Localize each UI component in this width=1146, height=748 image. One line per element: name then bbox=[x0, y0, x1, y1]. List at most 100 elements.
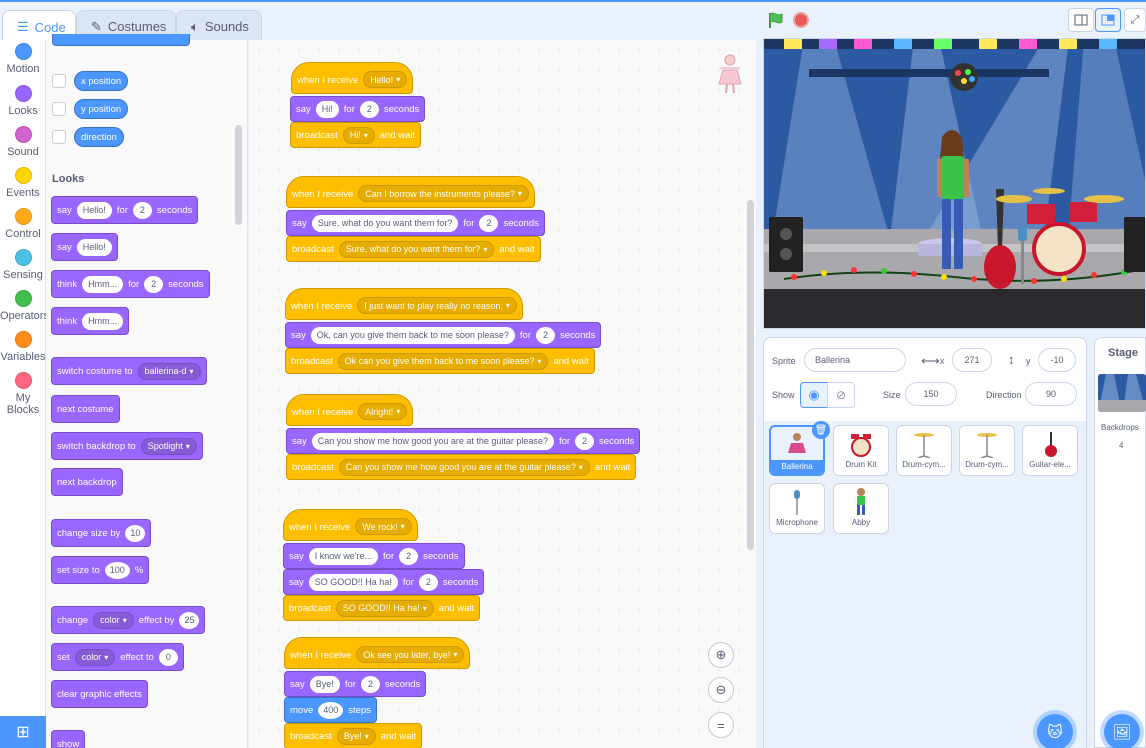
message-dropdown[interactable]: Ok see you later, bye! bbox=[356, 646, 465, 663]
sprite-tile-drum-cymbal-2[interactable]: Drum-cym... bbox=[959, 425, 1015, 476]
category-looks[interactable]: Looks bbox=[0, 85, 46, 117]
think-block[interactable]: think Hmm... bbox=[51, 307, 130, 335]
broadcast-and-wait-block[interactable]: broadcast Sure, what do you want them fo… bbox=[286, 236, 541, 262]
direction-field[interactable]: 90 bbox=[1025, 382, 1077, 406]
zoom-out-button[interactable]: ⊖ bbox=[708, 677, 734, 703]
delete-sprite-button[interactable]: 🗑︎ bbox=[812, 421, 830, 439]
number-input[interactable]: 2 bbox=[144, 275, 164, 293]
number-input[interactable]: 2 bbox=[360, 675, 380, 693]
when-receive-hat[interactable]: when I receive We rock! bbox=[283, 509, 418, 541]
text-input[interactable]: Hello! bbox=[76, 238, 112, 256]
text-input[interactable]: Ok, can you give them back to me soon pl… bbox=[310, 326, 515, 344]
move-steps-block[interactable]: move 400 steps bbox=[284, 697, 377, 723]
number-input[interactable]: 400 bbox=[318, 701, 344, 719]
text-input[interactable]: Bye! bbox=[309, 675, 340, 693]
message-dropdown[interactable]: I just want to play really no reason. bbox=[357, 297, 517, 314]
when-receive-hat[interactable]: when I receive Ok see you later, bye! bbox=[284, 637, 471, 669]
zoom-in-button[interactable]: ⊕ bbox=[708, 642, 734, 668]
broadcast-and-wait-block[interactable]: broadcast Can you show me how good you a… bbox=[286, 454, 637, 480]
message-dropdown[interactable]: Hi! bbox=[342, 126, 375, 144]
number-input[interactable]: 2 bbox=[575, 432, 595, 450]
switch-costume-block[interactable]: switch costume to ballerina-d bbox=[51, 357, 207, 385]
y-field[interactable]: -10 bbox=[1038, 348, 1076, 372]
next-costume-block[interactable]: next costume bbox=[51, 395, 120, 423]
sprite-tile-drum-kit[interactable]: Drum Kit bbox=[833, 425, 889, 476]
sprite-name-field[interactable]: Ballerina bbox=[804, 348, 906, 372]
checkbox-direction[interactable] bbox=[52, 130, 66, 144]
set-size-block[interactable]: set size to 100 % bbox=[51, 556, 150, 584]
x-field[interactable]: 271 bbox=[952, 348, 992, 372]
backdrop-dropdown[interactable]: Spotlight bbox=[140, 437, 197, 455]
broadcast-and-wait-block[interactable]: broadcast Hi! and wait bbox=[290, 122, 422, 148]
broadcast-and-wait-block[interactable]: broadcast SO GOOD!! Ha ha! and wait bbox=[283, 595, 481, 621]
sprite-tile-guitar[interactable]: Guitar-ele... bbox=[1022, 425, 1078, 476]
category-my-blocks[interactable]: My Blocks bbox=[0, 372, 46, 416]
number-input[interactable]: 0 bbox=[158, 648, 178, 666]
show-hidden-button[interactable]: ⊘ bbox=[827, 382, 855, 408]
number-input[interactable]: 25 bbox=[179, 611, 200, 629]
number-input[interactable]: 2 bbox=[418, 573, 438, 591]
change-size-block[interactable]: change size by 10 bbox=[51, 519, 152, 547]
say-for-block[interactable]: say I know we're... for 2 seconds bbox=[283, 543, 465, 569]
category-motion[interactable]: Motion bbox=[0, 43, 46, 75]
number-input[interactable]: 100 bbox=[104, 561, 130, 579]
category-events[interactable]: Events bbox=[0, 167, 46, 199]
when-receive-hat[interactable]: when I receive I just want to play reall… bbox=[285, 288, 523, 320]
think-for-block[interactable]: think Hmm... for 2 seconds bbox=[51, 270, 210, 298]
when-receive-hat[interactable]: when I receive Alright! bbox=[286, 394, 414, 426]
change-effect-block[interactable]: change color effect by 25 bbox=[51, 606, 206, 634]
y-position-reporter[interactable]: y position bbox=[74, 99, 129, 119]
small-stage-button[interactable] bbox=[1068, 8, 1094, 32]
message-dropdown[interactable]: SO GOOD!! Ha ha! bbox=[335, 599, 434, 617]
message-dropdown[interactable]: Alright! bbox=[358, 403, 408, 420]
broadcast-and-wait-block[interactable]: broadcast Bye! and wait bbox=[284, 723, 423, 748]
say-for-block[interactable]: say Bye! for 2 seconds bbox=[284, 671, 427, 697]
green-flag-icon[interactable] bbox=[767, 11, 785, 29]
x-position-reporter[interactable]: x position bbox=[74, 71, 129, 91]
sprite-tile-drum-cymbal-1[interactable]: Drum-cym... bbox=[896, 425, 952, 476]
clear-effects-block[interactable]: clear graphic effects bbox=[51, 680, 148, 708]
say-block[interactable]: say Hello! bbox=[51, 233, 118, 261]
checkbox-x-position[interactable] bbox=[52, 74, 66, 88]
message-dropdown[interactable]: Sure, what do you want them for? bbox=[338, 240, 495, 258]
next-backdrop-block[interactable]: next backdrop bbox=[51, 468, 123, 496]
message-dropdown[interactable]: Can you show me how good you are at the … bbox=[338, 458, 590, 476]
category-operators[interactable]: Operators bbox=[0, 290, 49, 322]
say-for-block[interactable]: say SO GOOD!! Ha ha! for 2 seconds bbox=[283, 569, 485, 595]
say-for-block[interactable]: say Can you show me how good you are at … bbox=[286, 428, 641, 454]
message-dropdown[interactable]: Ok can you give them back to me soon ple… bbox=[337, 352, 549, 370]
effect-dropdown[interactable]: color bbox=[93, 611, 134, 629]
motion-block-fragment[interactable] bbox=[52, 34, 190, 46]
number-input[interactable]: 2 bbox=[479, 214, 499, 232]
message-dropdown[interactable]: Can I borrow the instruments please? bbox=[358, 185, 529, 202]
category-sound[interactable]: Sound bbox=[0, 126, 46, 158]
zoom-reset-button[interactable]: = bbox=[708, 712, 734, 738]
text-input[interactable]: Sure, what do you want them for? bbox=[311, 214, 459, 232]
say-for-block[interactable]: say Sure, what do you want them for? for… bbox=[286, 210, 545, 236]
normal-stage-button[interactable] bbox=[1095, 8, 1121, 32]
when-receive-hat[interactable]: when I receive Hello! bbox=[291, 62, 414, 94]
category-variables[interactable]: Variables bbox=[0, 331, 46, 363]
number-input[interactable]: 2 bbox=[359, 100, 379, 118]
costume-dropdown[interactable]: ballerina-d bbox=[137, 362, 201, 380]
text-input[interactable]: Hmm... bbox=[82, 275, 124, 293]
number-input[interactable]: 10 bbox=[125, 524, 146, 542]
message-dropdown[interactable]: We rock! bbox=[355, 518, 412, 535]
number-input[interactable]: 2 bbox=[399, 547, 419, 565]
backdrop-thumbnail[interactable] bbox=[1098, 374, 1146, 412]
category-control[interactable]: Control bbox=[0, 208, 46, 240]
choose-sprite-button[interactable]: 🐱︎ bbox=[1037, 714, 1073, 748]
message-dropdown[interactable]: Bye! bbox=[336, 727, 376, 745]
broadcast-and-wait-block[interactable]: broadcast Ok can you give them back to m… bbox=[285, 348, 595, 374]
number-input[interactable]: 2 bbox=[132, 201, 152, 219]
palette-scrollbar[interactable] bbox=[235, 125, 242, 225]
size-field[interactable]: 150 bbox=[905, 382, 957, 406]
stage-canvas[interactable] bbox=[763, 38, 1146, 329]
sprite-tile-microphone[interactable]: Microphone bbox=[769, 483, 825, 534]
switch-backdrop-block[interactable]: switch backdrop to Spotlight bbox=[51, 432, 203, 460]
text-input[interactable]: Can you show me how good you are at the … bbox=[311, 432, 554, 450]
add-extension-button[interactable]: ⊞ bbox=[0, 716, 46, 748]
show-visible-button[interactable]: ◉ bbox=[800, 382, 828, 408]
text-input[interactable]: Hmm... bbox=[82, 312, 124, 330]
stop-button[interactable] bbox=[793, 12, 809, 28]
